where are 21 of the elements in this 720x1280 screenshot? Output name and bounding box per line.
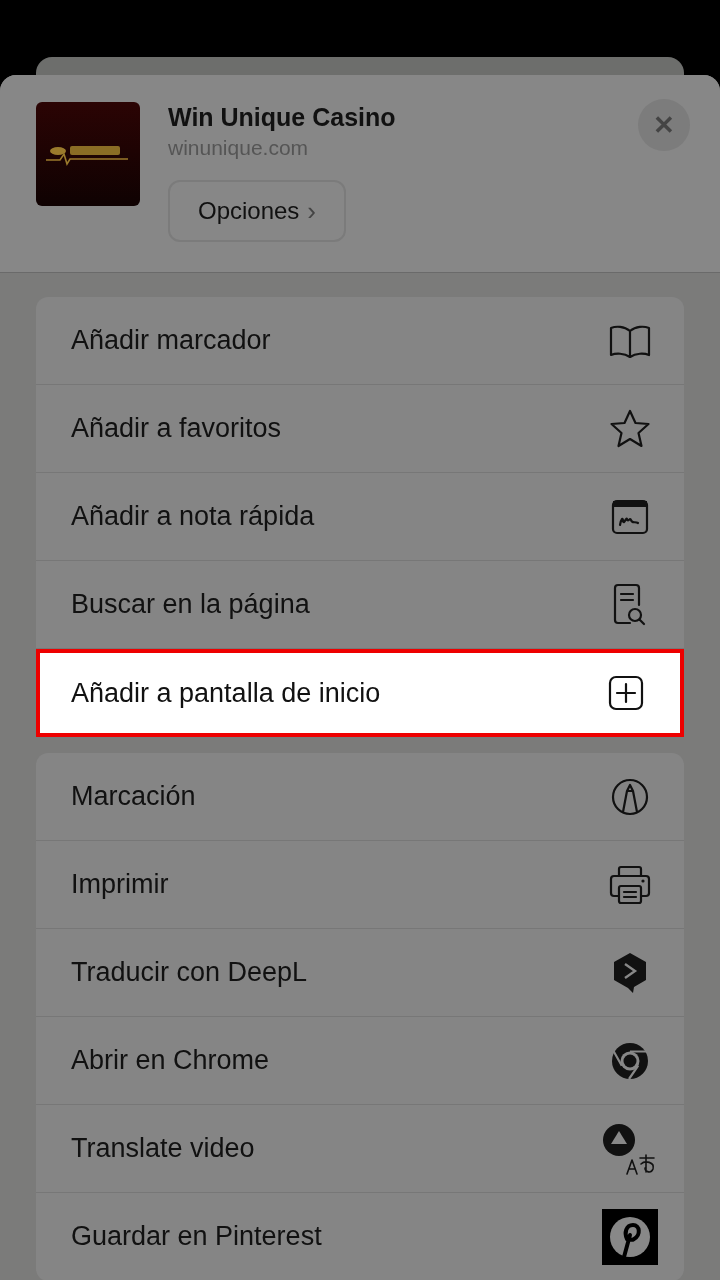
menu-item[interactable]: Translate video [36,1105,684,1193]
share-hexagon-icon [611,950,649,995]
star-icon [609,408,651,449]
add-square-icon [608,675,644,711]
options-button[interactable]: Opciones › [168,180,346,242]
site-title: Win Unique Casino [168,102,396,132]
menu-item[interactable]: Añadir marcador [36,297,684,385]
menu-item[interactable]: Imprimir [36,841,684,929]
menu-item[interactable]: Añadir a nota rápida [36,473,684,561]
pen-circle-icon [610,776,650,817]
printer-icon [608,863,652,906]
menu-item[interactable]: Abrir en Chrome [36,1017,684,1105]
menu-item[interactable]: Marcación [36,753,684,841]
menu-item[interactable]: Traducir con DeepL [36,929,684,1017]
menu-item[interactable]: Añadir a favoritos [36,385,684,473]
pin-logo-icon [602,1208,658,1265]
menu-item[interactable]: Guardar en Pinterest [36,1193,684,1280]
note-icon [611,498,649,535]
page-search-icon [612,582,648,627]
chrome-icon [610,1040,650,1081]
menu-item[interactable]: Añadir a pantalla de inicio [36,649,684,737]
